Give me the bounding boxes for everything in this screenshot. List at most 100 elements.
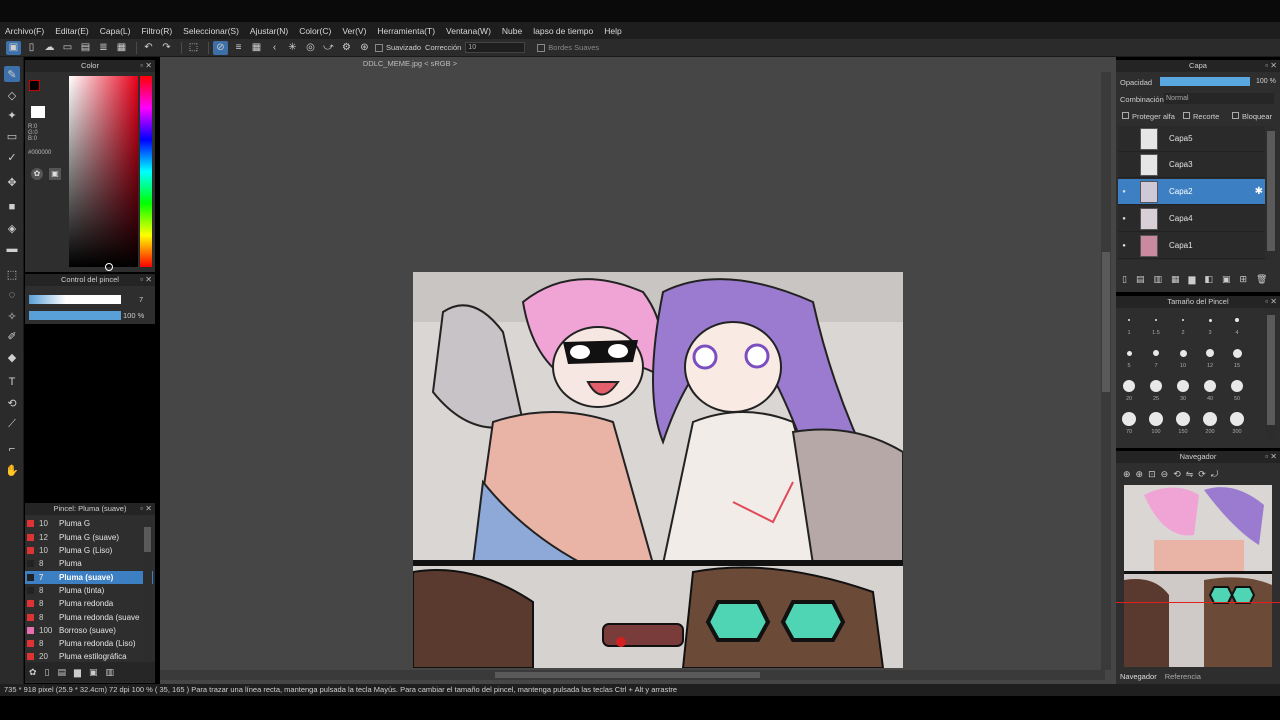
brush-size-preset[interactable] [1208, 318, 1212, 322]
smooth-checkbox[interactable] [375, 43, 383, 52]
text-tool-icon[interactable]: T [4, 374, 20, 390]
select-eraser-tool-icon[interactable]: ◆ [4, 349, 20, 365]
brush-item[interactable]: 8 Pluma (tinta) [25, 584, 153, 597]
redo-icon[interactable]: ↷ [159, 41, 174, 55]
navigator-preview[interactable] [1124, 485, 1272, 667]
selection-icon[interactable]: ⬚ [186, 41, 201, 55]
menu-help[interactable]: Help [604, 26, 621, 36]
scroll-thumb[interactable] [1267, 315, 1275, 425]
layer-opacity-slider[interactable] [1160, 77, 1250, 86]
cloud-icon[interactable]: ☁ [42, 41, 57, 55]
snap-radial-icon[interactable]: ✳ [285, 41, 300, 55]
foreground-color-swatch[interactable] [29, 80, 40, 91]
brush-folder-icon[interactable]: ✿ [29, 667, 37, 678]
brush-list-scrollbar[interactable] [143, 517, 152, 661]
lasso-tool-icon[interactable]: ◌ [4, 287, 20, 303]
divide-tool-icon[interactable]: ⟋ [4, 416, 20, 432]
color-picker-cursor[interactable] [105, 263, 113, 271]
layer-visibility-toggle[interactable]: ● [1118, 189, 1130, 195]
menu-seleccionar[interactable]: Seleccionar(S) [183, 26, 239, 36]
hand-tool-icon[interactable]: ✋ [4, 462, 20, 478]
menu-capa[interactable]: Capa(L) [100, 26, 131, 36]
canvas-vertical-scrollbar[interactable] [1101, 72, 1111, 670]
brush-size-slider[interactable] [29, 295, 121, 304]
brush-size-preset[interactable] [1179, 349, 1187, 357]
panel-close-icon[interactable]: ▫ ✕ [1265, 296, 1277, 308]
menu-ajustar[interactable]: Ajustar(N) [250, 26, 288, 36]
menu-archivo[interactable]: Archivo(F) [5, 26, 44, 36]
brush-item[interactable]: 100 Borroso (suave) [25, 624, 153, 637]
eraser-tool-icon[interactable]: ◇ [4, 87, 20, 103]
lock-checkbox[interactable] [1232, 112, 1239, 119]
brush-size-preset[interactable] [1126, 350, 1132, 356]
snap-curve-icon[interactable]: ⤻ [321, 41, 336, 55]
bucket-tool-icon[interactable]: ◈ [4, 220, 20, 236]
brush-copy-icon[interactable]: ▤ [58, 667, 67, 678]
protect-alpha-checkbox[interactable] [1122, 112, 1129, 119]
scroll-thumb[interactable] [495, 672, 760, 678]
scroll-thumb[interactable] [1102, 252, 1110, 392]
brush-item[interactable]: 8 Pluma [25, 557, 153, 570]
rotate-right-icon[interactable]: ⟳ [1198, 469, 1206, 480]
brush-item[interactable]: 10 Pluma G [25, 517, 153, 530]
eyedropper-tool-icon[interactable]: ⌐ [4, 441, 20, 457]
blur-tool-icon[interactable]: ✦ [4, 107, 20, 123]
brush-size-preset[interactable] [1232, 348, 1242, 358]
brush-item[interactable]: 8 Pluma redonda (Liso) [25, 637, 153, 650]
snap-settings-icon[interactable]: ⚙ [339, 41, 354, 55]
layer-mask-icon[interactable]: ◧ [1204, 274, 1213, 285]
brush-item[interactable]: 20 Pluma estilográfica [25, 651, 153, 661]
app-icon[interactable]: ▣ [6, 40, 21, 55]
rect-tool-icon[interactable]: ■ [4, 199, 20, 215]
color-palette-icon[interactable]: ▣ [49, 168, 61, 180]
brush-size-scrollbar[interactable] [1266, 310, 1276, 440]
blend-mode-select[interactable]: Normal [1164, 93, 1274, 104]
brush-size-preset[interactable] [1128, 319, 1130, 321]
save-icon[interactable]: ▭ [60, 41, 75, 55]
scroll-thumb[interactable] [144, 527, 151, 552]
layer-folder-icon[interactable]: ▆ [1189, 274, 1196, 285]
soft-edges-checkbox[interactable] [537, 43, 546, 52]
brush-size-preset[interactable] [1204, 380, 1216, 392]
menu-ver[interactable]: Ver(V) [342, 26, 366, 36]
undo-icon[interactable]: ↶ [141, 41, 156, 55]
select-rect-tool-icon[interactable]: ⬚ [4, 266, 20, 282]
snap-grid-icon[interactable]: ▦ [249, 41, 264, 55]
brush-size-preset[interactable] [1230, 412, 1244, 426]
new-layer-icon[interactable]: ▯ [1122, 274, 1127, 285]
zoom-in-alt-icon[interactable]: ⊕ [1136, 469, 1144, 480]
brush-size-preset[interactable] [1122, 412, 1136, 426]
color-history-icon[interactable]: ✿ [31, 168, 43, 180]
correction-select[interactable]: 10 [465, 42, 526, 53]
menu-ventana[interactable]: Ventana(W) [446, 26, 491, 36]
zoom-in-icon[interactable]: ⊕ [1123, 469, 1131, 480]
saturation-value-picker[interactable] [69, 76, 138, 267]
dropper-tool-icon[interactable]: ✓ [4, 149, 20, 165]
menu-color[interactable]: Color(C) [299, 26, 331, 36]
new-halftone-layer-icon[interactable]: ▤ [1136, 274, 1145, 285]
layer-icon[interactable]: ▤ [78, 41, 93, 55]
brush-size-preset[interactable] [1235, 318, 1239, 322]
hue-slider[interactable] [140, 76, 152, 267]
reset-view-icon[interactable]: ⤾ [1211, 469, 1219, 480]
shape-tool-icon[interactable]: ▭ [4, 128, 20, 144]
layer-list-scrollbar[interactable] [1266, 126, 1276, 260]
canvas-artwork[interactable] [413, 272, 903, 668]
brush-size-preset[interactable] [1150, 380, 1162, 392]
brush-delete-icon[interactable]: ▥ [105, 667, 114, 678]
snap-circle-icon[interactable]: ◎ [303, 41, 318, 55]
brush-item[interactable]: 8 Pluma redonda [25, 597, 153, 610]
layer-row[interactable]: Capa5 [1118, 126, 1265, 152]
operation-tool-icon[interactable]: ⟲ [4, 395, 20, 411]
snap-off-icon[interactable]: ⊘ [213, 40, 228, 55]
brush-size-preset[interactable] [1176, 412, 1190, 426]
menu-editar[interactable]: Editar(E) [55, 26, 89, 36]
layer-row[interactable]: ● Capa4 [1118, 206, 1265, 232]
brush-size-preset[interactable] [1155, 319, 1157, 321]
brush-duplicate-icon[interactable]: ▣ [89, 667, 98, 678]
brush-size-preset[interactable] [1231, 380, 1243, 392]
brush-opacity-slider[interactable] [29, 311, 121, 320]
layer-settings-icon[interactable]: ✱ [1255, 186, 1263, 197]
new-file-icon[interactable]: ▯ [24, 41, 39, 55]
menu-herramienta[interactable]: Herramienta(T) [377, 26, 435, 36]
